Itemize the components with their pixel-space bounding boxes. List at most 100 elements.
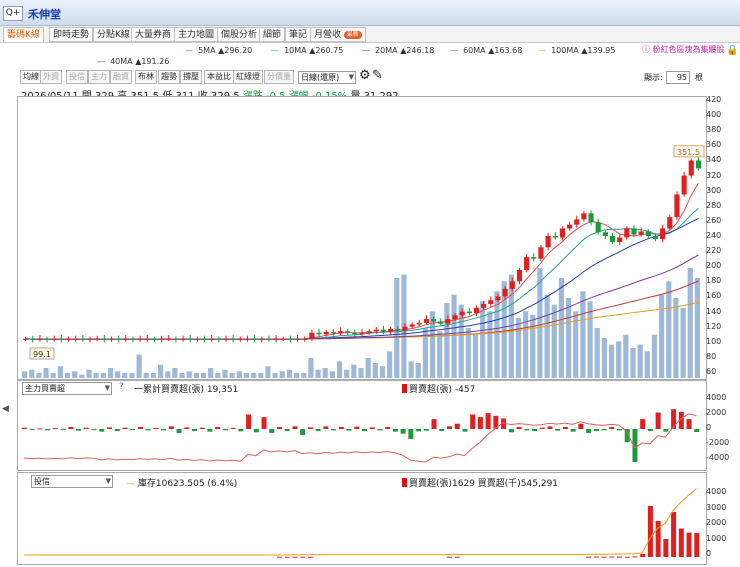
buy-sell-bar xyxy=(454,423,460,429)
toolbar-button-6[interactable]: 趨勢 xyxy=(158,70,180,84)
volume-bar xyxy=(408,361,414,378)
volume-bar xyxy=(394,278,400,378)
candle-body xyxy=(359,332,365,335)
toolbar-button-8[interactable]: 本益比 xyxy=(204,70,234,84)
tab-5[interactable]: 個股分析 xyxy=(217,27,262,42)
panel2-axis-tick: 4000 xyxy=(706,393,727,402)
volume-bar xyxy=(229,373,235,378)
volume-bar xyxy=(458,304,464,378)
buy-sell-bar xyxy=(192,429,197,431)
panel3-axis-tick: 1000 xyxy=(706,533,727,543)
candle-body xyxy=(101,338,107,340)
volume-bar xyxy=(179,373,185,378)
candle-body xyxy=(509,281,515,289)
toolbar-button-9[interactable]: 紅綠燈 xyxy=(233,70,263,84)
tab-1[interactable]: 即時走勢 xyxy=(49,27,94,42)
buy-sell-bar xyxy=(578,423,584,429)
volume-bar xyxy=(294,373,300,378)
tab-0[interactable]: 籌碼K線 xyxy=(3,27,44,42)
buy-sell-bar xyxy=(346,429,352,431)
candle-body xyxy=(230,338,236,340)
toolbar-button-0[interactable]: 均線 xyxy=(20,70,42,84)
buy-sell-bar xyxy=(277,427,282,429)
settings-gear-icon[interactable]: ⚙ xyxy=(359,68,371,83)
candle-body xyxy=(652,236,659,240)
buy-sell-bar xyxy=(377,429,383,431)
tab-6[interactable]: 細節 xyxy=(259,27,286,42)
buy-sell-bar xyxy=(215,427,221,429)
buy-sell-bar xyxy=(462,429,468,432)
volume-bar xyxy=(444,303,450,378)
volume-bar xyxy=(36,373,42,378)
buy-sell-bar xyxy=(447,426,452,429)
period-select[interactable]: 日線(還原) ▼ xyxy=(298,71,356,84)
volume-bar xyxy=(608,344,615,378)
toolbar-button-2[interactable]: 投信 xyxy=(66,70,88,84)
cumulative-line xyxy=(23,413,697,463)
candle-body xyxy=(144,338,150,340)
price-chart: 351.5 99.1 xyxy=(22,145,705,378)
buy-sell-bar xyxy=(60,429,66,430)
toolbar-button-3[interactable]: 主力 xyxy=(88,70,110,84)
tab-3[interactable]: 大量券商 xyxy=(131,27,176,42)
toolbar-button-7[interactable]: 撐壓 xyxy=(180,70,202,84)
toolbar-button-4[interactable]: 融資 xyxy=(110,70,132,84)
lock-icon[interactable]: 🔒 xyxy=(726,45,738,56)
ma-legend-item: — 60MA ▲163.68 xyxy=(450,46,523,55)
display-count-input[interactable]: 95 xyxy=(666,71,690,84)
tab-label: 即時走勢 xyxy=(53,30,90,40)
left-arrow-icon[interactable]: ◀ xyxy=(2,404,9,414)
buy-sell-bar xyxy=(122,427,128,429)
tab-2[interactable]: 分點K線 xyxy=(93,27,134,42)
candle-body xyxy=(502,288,508,297)
display-label: 顯示: xyxy=(644,73,663,82)
panel2-help-icon[interactable]: ? xyxy=(119,382,124,392)
buy-sell-bar xyxy=(354,426,360,429)
volume-bar xyxy=(673,298,679,378)
volume-bar xyxy=(544,294,550,378)
buy-sell-bar xyxy=(114,429,120,431)
candle-body xyxy=(388,328,394,332)
candle-body xyxy=(309,332,315,339)
trust-buy-bar xyxy=(663,539,669,557)
price-axis-tick: 300 xyxy=(706,185,722,195)
volume-bar xyxy=(336,361,343,378)
volume-bar xyxy=(279,371,285,378)
buy-sell-bar xyxy=(246,414,252,429)
toolbar-button-5[interactable]: 布林 xyxy=(135,70,157,84)
candle-body xyxy=(431,319,437,322)
buy-sell-bar xyxy=(647,429,653,431)
candle-body xyxy=(23,338,29,340)
volume-bar xyxy=(143,373,149,378)
volume-bar xyxy=(150,373,156,378)
last-price-tag-text: 351.5 xyxy=(677,148,700,157)
volume-bar xyxy=(551,304,557,378)
title-bar: Q+ 禾伸堂 xyxy=(0,0,740,26)
buy-sell-bar xyxy=(176,429,182,433)
draw-pen-icon[interactable]: ✎ xyxy=(372,68,383,83)
period-select-value: 日線(還原) xyxy=(301,73,340,82)
buy-sell-bar xyxy=(253,429,259,433)
tab-7[interactable]: 筆記 xyxy=(285,27,312,42)
candle-body xyxy=(495,296,501,301)
tab-8[interactable]: 月營收 最新 xyxy=(310,27,366,42)
tab-4[interactable]: 主力地圖 xyxy=(174,27,219,42)
toolbar-button-1[interactable]: 外資 xyxy=(40,70,62,84)
ma-line xyxy=(25,218,699,340)
buy-sell-bar xyxy=(284,429,290,431)
toolbar-button-10[interactable]: 分價量 xyxy=(264,70,294,84)
zoom-button[interactable]: Q+ xyxy=(3,6,23,21)
price-axis-tick: 400 xyxy=(706,110,722,120)
price-axis-tick: 320 xyxy=(706,170,722,180)
candle-body xyxy=(223,338,229,340)
buy-sell-bar xyxy=(516,427,522,429)
buy-sell-bar xyxy=(91,429,97,430)
candle-body xyxy=(545,236,551,248)
tab-label: 主力地圖 xyxy=(178,30,215,40)
candle-body xyxy=(452,315,458,320)
volume-bar xyxy=(200,373,207,378)
price-axis-tick: 260 xyxy=(706,215,722,225)
buy-sell-bar xyxy=(331,429,337,431)
tab-bar: 籌碼K線 即時走勢 分點K線 大量券商 主力地圖 個股分析 細節 筆記 月營收 最新 xyxy=(0,26,740,43)
price-axis-tick: 340 xyxy=(706,155,722,165)
